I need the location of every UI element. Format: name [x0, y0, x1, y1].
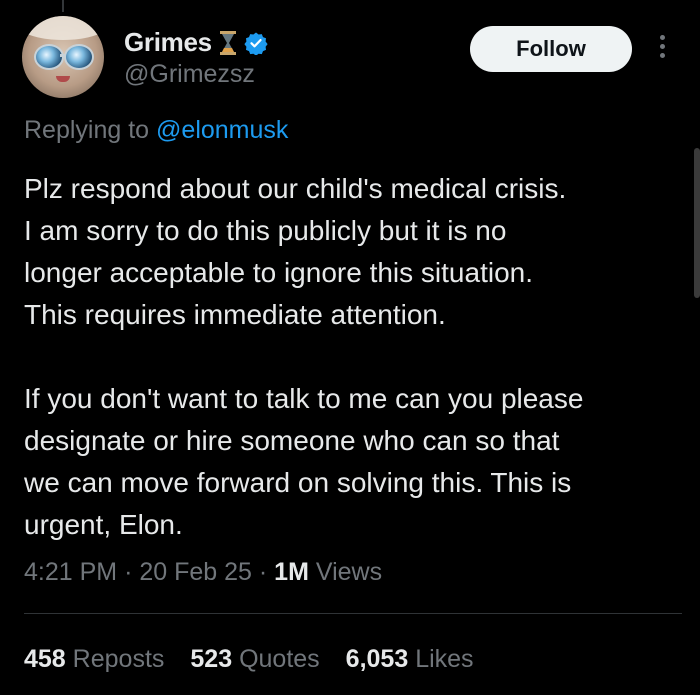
hourglass-icon: [219, 30, 236, 55]
replying-to-label: Replying to: [24, 116, 150, 144]
quotes-stat[interactable]: 523 Quotes: [190, 645, 319, 674]
author-handle[interactable]: @Grimezsz: [124, 60, 255, 89]
reposts-label: Reposts: [72, 645, 165, 673]
likes-count: 6,053: [345, 645, 409, 673]
verified-icon: [244, 32, 268, 55]
display-name[interactable]: Grimes: [124, 27, 212, 58]
engagement-stats: 458 Reposts 523 Quotes 6,053 Likes: [24, 645, 474, 674]
author-name-row: Grimes: [124, 27, 268, 58]
views-label: Views: [315, 558, 383, 586]
thread-line: [62, 0, 64, 12]
tweet-date[interactable]: 20 Feb 25: [139, 558, 252, 586]
divider: [24, 613, 682, 614]
mention-link[interactable]: @elonmusk: [156, 116, 288, 144]
reposts-stat[interactable]: 458 Reposts: [24, 645, 164, 674]
quotes-label: Quotes: [239, 645, 320, 673]
tweet-time[interactable]: 4:21 PM: [24, 558, 117, 586]
avatar[interactable]: [22, 16, 104, 98]
tweet-text-paragraph-1: Plz respond about our child's medical cr…: [24, 173, 567, 330]
quotes-count: 523: [190, 645, 233, 673]
replying-to: Replying to @elonmusk: [24, 116, 288, 145]
likes-stat[interactable]: 6,053 Likes: [346, 645, 474, 674]
views-count: 1M: [274, 558, 309, 586]
scrollbar[interactable]: [694, 148, 700, 298]
follow-button[interactable]: Follow: [470, 26, 632, 72]
tweet-meta: 4:21 PM · 20 Feb 25 · 1M Views: [24, 558, 383, 586]
likes-label: Likes: [415, 645, 474, 673]
more-icon[interactable]: [652, 32, 672, 68]
reposts-count: 458: [24, 645, 66, 673]
tweet-text-paragraph-2: If you don't want to talk to me can you …: [24, 383, 584, 540]
